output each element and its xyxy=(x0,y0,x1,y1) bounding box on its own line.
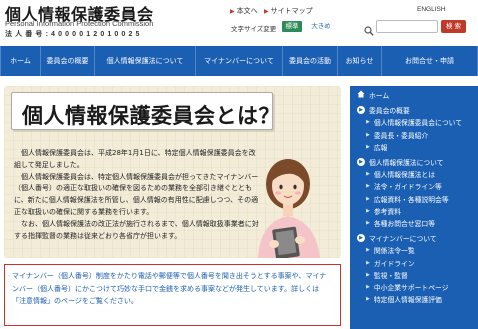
sitemap-link[interactable]: ▶ サイトマップ xyxy=(264,6,313,16)
sidebar-item-label: 法令・ガイドライン等 xyxy=(373,183,442,192)
nav-item-home[interactable]: ホーム xyxy=(0,46,41,76)
sidebar-item-label: 関係法令一覧 xyxy=(373,247,415,256)
sidebar-item-label: ホーム xyxy=(369,92,390,101)
global-nav: ホーム 委員会の概要 個人情報保護法について マイナンバーについて 委員会の活動… xyxy=(0,46,478,76)
sidebar-section-privacy-law[interactable]: ▶ 個人情報保護法について xyxy=(350,156,478,168)
triangle-icon: ▶ xyxy=(366,259,370,266)
fraud-warning-notice[interactable]: マイナンバー（個人番号）制度をかたり電話や郵便等で個人番号を聞き出そうとする事案… xyxy=(4,264,341,326)
english-label: ENGLISH xyxy=(417,6,446,13)
sidebar-section-label: マイナンバーについて xyxy=(369,235,437,244)
sidebar-item-related-laws[interactable]: ▶ 関係法令一覧 xyxy=(350,244,478,256)
hero-paragraph: 個人情報保護委員会は、特定個人情報保護委員会が担ってきたマイナンバー（個人番号）… xyxy=(14,172,259,216)
sidebar-section-label: 個人情報保護法について xyxy=(369,159,444,168)
sitemap-label: サイトマップ xyxy=(270,7,313,15)
fraud-warning-text: マイナンバー（個人番号）制度をかたり電話や郵便等で個人番号を聞き出そうとする事案… xyxy=(12,272,327,305)
hero-description: 個人情報保護委員会は、平成28年1月1日に、特定個人情報保護委員会を改組して発足… xyxy=(14,148,260,242)
sidebar-item-guidelines[interactable]: ▶ 法令・ガイドライン等 xyxy=(350,180,478,192)
sidebar-item-home[interactable]: ホーム xyxy=(350,89,478,101)
sidebar-item-label: 監視・監督 xyxy=(373,271,408,280)
site-subtitle-en: Personal Information Protection Commissi… xyxy=(5,19,154,28)
chevron-right-icon: ▶ xyxy=(264,7,269,15)
search-button[interactable]: 検 索 xyxy=(441,20,466,33)
nav-item-news[interactable]: お知らせ xyxy=(338,46,382,76)
triangle-icon: ▶ xyxy=(366,171,370,178)
sidebar-item-law-overview[interactable]: ▶ 個人情報保護法とは xyxy=(350,168,478,180)
sidebar-section-overview[interactable]: ▶ 委員会の概要 xyxy=(350,104,478,116)
search-input[interactable] xyxy=(376,20,438,33)
skip-to-main-link[interactable]: ▶ 本文へ xyxy=(230,6,258,16)
chevron-right-icon: ▶ xyxy=(357,106,365,115)
triangle-icon: ▶ xyxy=(366,195,370,202)
sidebar-item-label: 特定個人情報保護評価 xyxy=(373,296,442,305)
sidebar-section-my-number[interactable]: ▶ マイナンバーについて xyxy=(350,232,478,244)
woman-with-tablet-illustration xyxy=(258,159,320,258)
font-size-standard-button[interactable]: 標準 xyxy=(282,21,302,32)
triangle-icon: ▶ xyxy=(366,183,370,190)
triangle-icon: ▶ xyxy=(366,296,370,303)
sidebar-item-about-commission[interactable]: ▶ 個人情報保護委員会について xyxy=(350,116,478,128)
sidebar-item-label: 参考資料 xyxy=(373,207,402,216)
triangle-icon: ▶ xyxy=(366,219,370,226)
hero-banner: 個人情報保護委員会とは？ 個人情報保護委員会は、平成28年1月1日に、特定個人情… xyxy=(4,86,341,258)
nav-item-contact[interactable]: お問合せ・申請 xyxy=(382,46,478,76)
site-header: 個人情報保護委員会 Personal Information Protectio… xyxy=(0,0,478,44)
nav-item-my-number[interactable]: マイナンバーについて xyxy=(196,46,283,76)
sidebar-item-supervision[interactable]: ▶ 監視・監督 xyxy=(350,269,478,281)
sidebar-item-pia[interactable]: ▶ 特定個人情報保護評価 xyxy=(350,293,478,305)
sidebar-item-label: 中小企業サポートページ xyxy=(373,283,449,292)
home-icon xyxy=(357,90,365,100)
triangle-icon: ▶ xyxy=(366,119,370,126)
font-size-large-button[interactable]: 大きめ xyxy=(309,21,333,32)
sidebar-item-mn-guidelines[interactable]: ▶ ガイドライン xyxy=(350,256,478,268)
sidebar-item-label: 広報資料・各種説明会等 xyxy=(373,195,449,204)
hero-paragraph: 個人情報保護委員会は、平成28年1月1日に、特定個人情報保護委員会を改組して発足… xyxy=(14,149,256,169)
corporate-number: 法 人 番 号 : 4 0 0 0 0 1 2 0 1 0 0 2 5 xyxy=(5,31,141,38)
sidebar-item-members[interactable]: ▶ 委員長・委員紹介 xyxy=(350,129,478,141)
skip-to-main-label: 本文へ xyxy=(236,7,258,15)
font-size-label: 文字サイズ変更 xyxy=(231,25,277,33)
sidebar-item-label: 広報 xyxy=(373,143,388,152)
triangle-icon: ▶ xyxy=(366,207,370,214)
nav-item-overview[interactable]: 委員会の概要 xyxy=(41,46,95,76)
nav-item-privacy-law[interactable]: 個人情報保護法について xyxy=(95,46,196,76)
chevron-right-icon: ▶ xyxy=(357,234,365,243)
sidebar-item-label: 委員長・委員紹介 xyxy=(373,131,429,140)
search-icon xyxy=(364,21,374,36)
sidebar-item-contact-desks[interactable]: ▶ 各種お問合せ窓口等 xyxy=(350,217,478,229)
sidebar-item-label: 個人情報保護法とは xyxy=(373,171,436,180)
english-link[interactable]: ENGLISH xyxy=(417,6,446,13)
sidebar-item-label: ガイドライン xyxy=(373,259,415,268)
hero-paragraph: なお、個人情報保護法の改正法が施行されるまで、個人情報取扱事業者に対する指揮監督… xyxy=(14,219,259,240)
triangle-icon: ▶ xyxy=(366,283,370,290)
sidebar-item-pr[interactable]: ▶ 広報 xyxy=(350,141,478,153)
sidebar-item-label: 個人情報保護委員会について xyxy=(373,119,463,128)
sidebar-item-sme-support[interactable]: ▶ 中小企業サポートページ xyxy=(350,281,478,293)
sidebar-item-label: 各種お問合せ窓口等 xyxy=(373,219,436,228)
sidebar-section-label: 委員会の概要 xyxy=(369,107,410,116)
sidebar-item-pr-materials[interactable]: ▶ 広報資料・各種説明会等 xyxy=(350,193,478,205)
triangle-icon: ▶ xyxy=(366,143,370,150)
chevron-right-icon: ▶ xyxy=(357,158,365,167)
triangle-icon: ▶ xyxy=(366,131,370,138)
triangle-icon: ▶ xyxy=(366,271,370,278)
sidebar-item-reference[interactable]: ▶ 参考資料 xyxy=(350,205,478,217)
triangle-icon: ▶ xyxy=(366,247,370,254)
chevron-right-icon: ▶ xyxy=(230,7,235,15)
sidebar: ホーム ▶ 委員会の概要 ▶ 個人情報保護委員会について ▶ 委員長・委員紹介 ▶ 広… xyxy=(350,86,478,329)
hero-title: 個人情報保護委員会とは？ xyxy=(22,104,280,128)
nav-item-activities[interactable]: 委員会の活動 xyxy=(283,46,338,76)
